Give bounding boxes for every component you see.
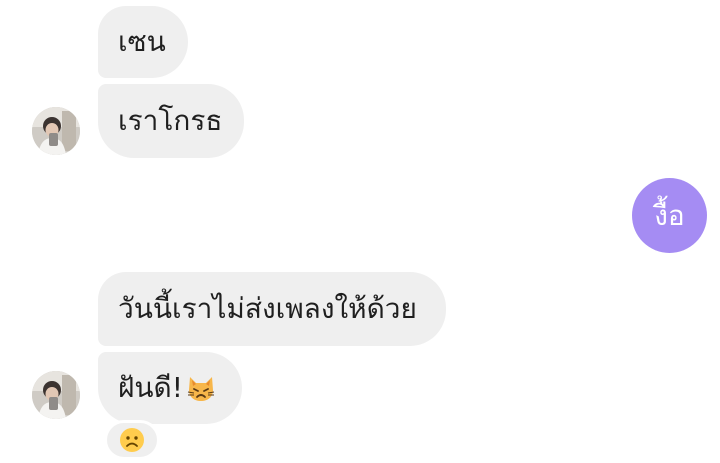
incoming-message-bubble[interactable]: เราโกรธ	[98, 84, 244, 158]
incoming-message-bubble[interactable]: ฝันดี!	[98, 352, 242, 424]
message-text: เราโกรธ	[118, 104, 223, 137]
message-text: งื้อ	[654, 198, 685, 232]
contact-avatar[interactable]	[32, 107, 80, 155]
avatar-photo-icon	[32, 371, 80, 419]
frowning-face-emoji-icon	[120, 428, 144, 452]
outgoing-message-bubble[interactable]: งื้อ	[632, 178, 707, 253]
contact-avatar[interactable]	[32, 371, 80, 419]
incoming-message-bubble[interactable]: เซน	[98, 6, 188, 78]
avatar-photo-icon	[32, 107, 80, 155]
message-reaction[interactable]	[104, 420, 160, 460]
message-text: วันนี้เราไม่ส่งเพลงให้ด้วย	[118, 292, 417, 325]
incoming-message-bubble[interactable]: วันนี้เราไม่ส่งเพลงให้ด้วย	[98, 272, 446, 346]
message-text: ฝันดี!	[118, 371, 183, 404]
weary-cat-emoji-icon	[185, 372, 217, 404]
message-text: เซน	[118, 25, 166, 58]
